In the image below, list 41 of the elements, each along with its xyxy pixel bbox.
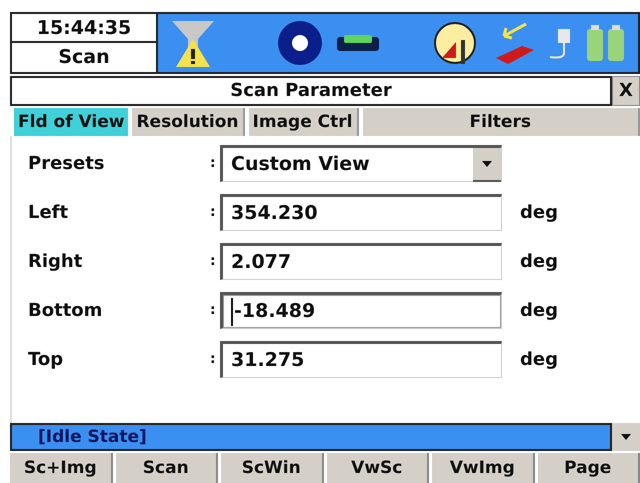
field-label: Top: [27, 348, 64, 372]
tab[interactable]: Filters: [362, 108, 640, 136]
separator: :: [210, 154, 217, 173]
number-field[interactable]: -18.489: [220, 292, 502, 329]
separator: :: [210, 350, 217, 369]
separator: :: [210, 301, 217, 320]
text-cursor: [231, 298, 233, 326]
preset-dropdown[interactable]: Custom View: [220, 145, 502, 182]
close-button[interactable]: X: [612, 76, 640, 106]
field-label: Presets: [27, 152, 106, 176]
softkey-button[interactable]: Sc+Img: [10, 453, 112, 483]
status-bar: [Idle State]: [10, 423, 612, 451]
separator: :: [210, 203, 217, 222]
separator: :: [210, 252, 217, 271]
status-dropdown-button[interactable]: [612, 423, 640, 451]
softkey-button[interactable]: Scan: [116, 453, 218, 483]
number-field[interactable]: 2.077: [220, 243, 502, 280]
field-label: Right: [27, 250, 84, 274]
unit-label: deg: [520, 299, 558, 323]
battery-icon: [586, 23, 626, 63]
field-label: Bottom: [27, 299, 104, 323]
number-field[interactable]: 31.275: [220, 341, 502, 378]
field-label: Left: [27, 201, 70, 225]
caret-down-icon: [621, 434, 631, 440]
tab[interactable]: Resolution: [132, 108, 245, 136]
softkey-button[interactable]: VwImg: [432, 453, 534, 483]
unit-label: deg: [520, 250, 558, 274]
tab[interactable]: Image Ctrl: [248, 108, 358, 136]
softkey-button[interactable]: Page: [538, 453, 640, 483]
clock-time: 15:44:35: [12, 14, 156, 43]
dialog-title: Scan Parameter: [10, 76, 612, 106]
softkey-button[interactable]: ScWin: [221, 453, 324, 483]
number-field[interactable]: 354.230: [220, 194, 502, 231]
unit-label: deg: [520, 348, 558, 372]
unit-label: deg: [520, 201, 558, 225]
level-bubble-icon: [336, 33, 380, 53]
target-disc-icon: [276, 19, 324, 67]
mode-label: Scan: [57, 45, 111, 70]
tab[interactable]: Fld of View: [14, 108, 128, 136]
softkey-button[interactable]: VwSc: [326, 453, 429, 483]
compass-marker-icon: [434, 20, 478, 66]
